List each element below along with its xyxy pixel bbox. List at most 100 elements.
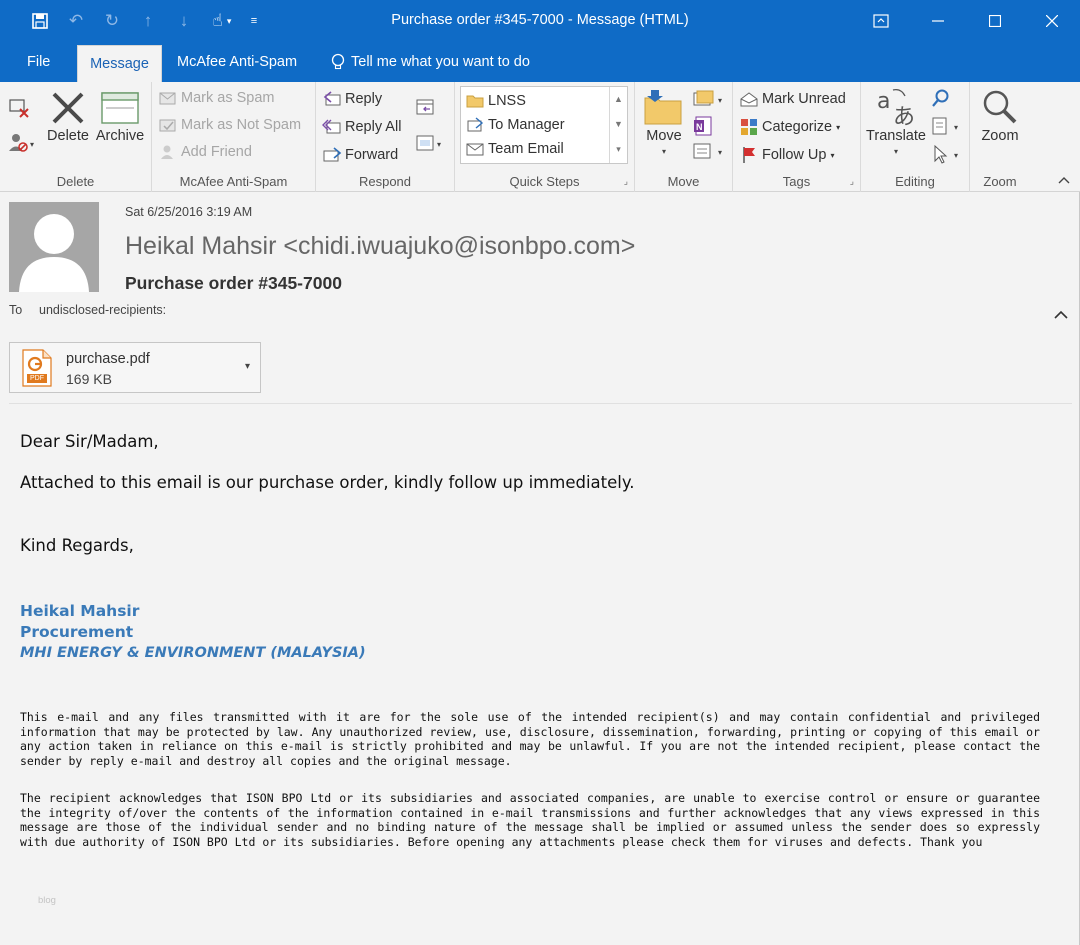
reply-all-icon <box>322 117 342 137</box>
subject: Purchase order #345-7000 <box>125 273 342 293</box>
reply-label: Reply <box>345 91 383 107</box>
translate-label: Translate <box>866 128 926 144</box>
move-button[interactable]: Move ▾ <box>641 88 687 156</box>
zoom-button[interactable]: Zoom <box>974 88 1026 144</box>
add-friend-button[interactable]: Add Friend <box>158 142 252 162</box>
move-group: Move ▾ ▾ N ▾ Move <box>635 82 733 192</box>
more-respond-icon[interactable]: ▾ <box>416 134 446 152</box>
forward-button[interactable]: Forward <box>322 145 398 165</box>
team-email-icon <box>465 139 485 159</box>
categorize-button[interactable]: Categorize ▾ <box>739 117 840 137</box>
tab-message[interactable]: Message <box>77 45 162 82</box>
tab-tell-me[interactable]: Tell me what you want to do <box>331 42 530 82</box>
expand-gallery-icon[interactable]: ▾ <box>610 137 627 162</box>
ignore-icon[interactable] <box>8 96 30 118</box>
body-line-1: Attached to this email is our purchase o… <box>20 473 635 492</box>
categorize-label: Categorize <box>762 119 833 135</box>
meeting-reply-icon[interactable] <box>416 98 436 116</box>
scroll-up-icon[interactable]: ▲ <box>610 87 627 112</box>
to-label: To <box>9 303 23 317</box>
follow-up-button[interactable]: Follow Up ▾ <box>739 145 834 165</box>
maximize-icon[interactable] <box>966 0 1023 42</box>
tab-file[interactable]: File <box>27 42 50 82</box>
tags-launcher-icon[interactable]: ⌟ <box>850 176 854 187</box>
find-icon[interactable] <box>931 88 951 108</box>
sender[interactable]: Heikal Mahsir <chidi.iwuajuko@isonbpo.co… <box>125 232 635 261</box>
zoom-magnifier-icon <box>983 90 1017 124</box>
zoom-label: Zoom <box>981 128 1019 144</box>
move-folder-icon <box>644 90 682 125</box>
tags-group: Mark Unread Categorize ▾ Follow Up ▾ Tag… <box>733 82 861 192</box>
follow-up-label: Follow Up <box>762 147 827 163</box>
respond-group-label: Respond <box>358 174 412 189</box>
scroll-down-icon[interactable]: ▼ <box>610 112 627 137</box>
tags-group-label: Tags <box>782 174 811 189</box>
body-closing: Kind Regards, <box>20 536 134 555</box>
quick-step-lnss[interactable]: LNSS <box>465 91 526 111</box>
quick-steps-launcher-icon[interactable]: ⌟ <box>624 176 628 187</box>
collapse-header-icon[interactable] <box>1054 306 1068 324</box>
svg-text:あ: あ <box>893 105 915 126</box>
actions-icon[interactable]: ▾ <box>693 142 727 160</box>
move-label: Move <box>646 128 682 144</box>
archive-button[interactable]: Archive <box>94 90 146 144</box>
zoom-group: Zoom Zoom <box>970 82 1030 192</box>
select-icon[interactable]: ▾ <box>931 144 963 164</box>
ribbon-display-options-icon[interactable] <box>852 0 909 42</box>
attachment-purchase-pdf[interactable]: PDF purchase.pdf 169 KB ▾ <box>9 342 261 393</box>
mark-as-spam-button[interactable]: Mark as Spam <box>158 88 274 108</box>
related-icon[interactable]: ▾ <box>931 116 963 136</box>
pdf-icon-label: PDF <box>30 375 44 382</box>
quick-step-to-manager[interactable]: To Manager <box>465 115 565 135</box>
rules-icon[interactable]: ▾ <box>693 90 727 108</box>
signature-company: MHI ENERGY & ENVIRONMENT (MALAYSIA) <box>20 645 366 661</box>
zoom-group-label: Zoom <box>983 174 1017 189</box>
pdf-file-icon: PDF <box>22 349 52 392</box>
quick-steps-scrollbar[interactable]: ▲ ▼ ▾ <box>609 87 627 163</box>
unread-envelope-icon <box>739 89 759 109</box>
to-recipients[interactable]: undisclosed-recipients: <box>39 303 166 317</box>
forward-envelope-icon <box>465 115 485 135</box>
junk-icon[interactable]: ▾ <box>8 132 36 154</box>
mark-as-spam-label: Mark as Spam <box>181 90 275 106</box>
editing-group-label: Editing <box>895 174 935 189</box>
lightbulb-icon <box>331 53 345 70</box>
reply-icon <box>322 89 342 109</box>
delete-label: Delete <box>47 128 89 144</box>
attachment-dropdown-icon[interactable]: ▾ <box>245 361 250 372</box>
tab-mcafee-anti-spam[interactable]: McAfee Anti-Spam <box>177 42 297 82</box>
quick-steps-box: LNSS To Manager Team Email ▲ ▼ ▾ <box>460 86 628 164</box>
ribbon-tabs: File Message McAfee Anti-Spam Tell me wh… <box>0 42 1080 82</box>
archive-icon <box>101 92 139 124</box>
reply-all-button[interactable]: Reply All <box>322 117 401 137</box>
folder-icon <box>465 91 485 111</box>
flag-icon <box>739 145 759 165</box>
spam-envelope-icon <box>158 88 178 108</box>
body-greeting: Dear Sir/Madam, <box>20 432 159 451</box>
svg-text:▾: ▾ <box>954 151 958 160</box>
svg-text:▾: ▾ <box>437 140 441 149</box>
translate-button[interactable]: aあ Translate ▾ <box>865 86 927 156</box>
not-spam-envelope-icon <box>158 115 178 135</box>
quick-step-team-email[interactable]: Team Email <box>465 139 564 159</box>
delete-x-icon <box>52 92 84 124</box>
onenote-icon[interactable]: N <box>693 116 713 136</box>
svg-text:▾: ▾ <box>718 148 722 157</box>
quick-step-to-manager-label: To Manager <box>488 117 565 133</box>
delete-group-label: Delete <box>56 174 95 189</box>
signature-name: Heikal Mahsir <box>20 602 140 620</box>
delete-group: ▾ Delete Archive Delete <box>0 82 152 192</box>
categorize-dropdown-icon: ▾ <box>836 122 841 132</box>
quick-step-team-email-label: Team Email <box>488 141 564 157</box>
svg-text:▾: ▾ <box>954 123 958 132</box>
delete-button[interactable]: Delete <box>46 90 90 144</box>
minimize-icon[interactable] <box>909 0 966 42</box>
mark-unread-button[interactable]: Mark Unread <box>739 89 846 109</box>
close-icon[interactable] <box>1023 0 1080 42</box>
mark-as-not-spam-button[interactable]: Mark as Not Spam <box>158 115 301 135</box>
reply-button[interactable]: Reply <box>322 89 382 109</box>
sent-date: Sat 6/25/2016 3:19 AM <box>125 205 253 219</box>
signature-title: Procurement <box>20 623 134 641</box>
collapse-ribbon-icon[interactable] <box>1058 171 1070 187</box>
quick-step-lnss-label: LNSS <box>488 93 526 109</box>
